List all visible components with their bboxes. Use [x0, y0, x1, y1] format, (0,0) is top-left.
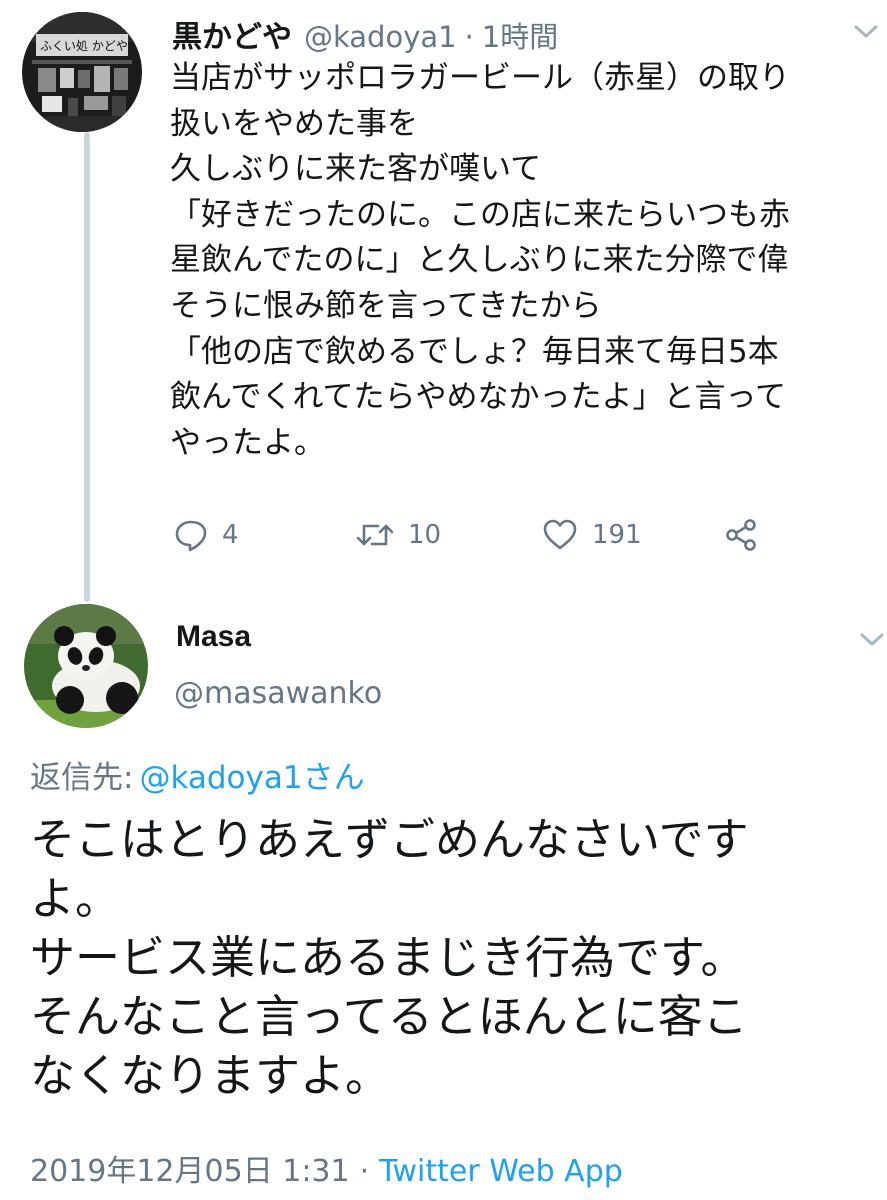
chevron-down-icon[interactable] [858, 630, 886, 650]
like-count: 191 [592, 520, 642, 550]
tweet-thread: ふくい処 かどや 黒かどや @kadoya1 · 1時間 当店がサッポロラガービ… [0, 0, 887, 1200]
avatar[interactable] [24, 604, 148, 728]
source-link[interactable]: Twitter Web App [379, 1154, 623, 1189]
reply-button[interactable]: 4 [174, 512, 239, 558]
display-name[interactable]: 黒かどや [172, 12, 292, 56]
replying-to-label: 返信先: [30, 760, 134, 796]
reply-count: 4 [222, 520, 239, 550]
display-name[interactable]: Masa [176, 620, 251, 654]
svg-text:ふくい処 かどや: ふくい処 かどや [40, 39, 128, 53]
reply-icon [175, 520, 207, 552]
user-handle[interactable]: @kadoya1 [304, 20, 457, 54]
share-button[interactable] [724, 512, 758, 558]
tweet-text: 当店がサッポロラガービール（赤星）の取り 扱いをやめた事を 久しぶりに来た客が嘆… [170, 60, 790, 461]
like-button[interactable]: 191 [542, 512, 642, 558]
avatar[interactable]: ふくい処 かどや [22, 12, 142, 132]
thread-line [84, 132, 90, 602]
tweet-time[interactable]: 1時間 [482, 14, 558, 56]
reply-text: そこはとりあえずごめんなさいです よ。 サービス業にあるまじき行為です。 そんな… [30, 813, 749, 1102]
separator-dot: · [359, 1154, 370, 1189]
separator-dot: · [464, 20, 474, 54]
tweet-meta: 2019年12月05日 1:31 · Twitter Web App [30, 1146, 623, 1190]
replying-to-user-link[interactable]: @kadoya1さん [139, 760, 364, 796]
retweet-icon [356, 524, 394, 546]
chevron-down-icon[interactable] [852, 22, 880, 42]
tweet-header: 黒かどや @kadoya1 · 1時間 [172, 12, 558, 55]
user-handle[interactable]: @masawanko [174, 676, 382, 711]
share-icon [726, 519, 756, 551]
tweet-actions: 4 10 191 [170, 512, 790, 558]
timestamp[interactable]: 2019年12月05日 1:31 [30, 1154, 350, 1189]
retweet-count: 10 [408, 520, 442, 550]
heart-icon [543, 519, 577, 550]
replying-to: 返信先: @kadoya1さん [30, 752, 365, 797]
retweet-button[interactable]: 10 [356, 512, 441, 558]
